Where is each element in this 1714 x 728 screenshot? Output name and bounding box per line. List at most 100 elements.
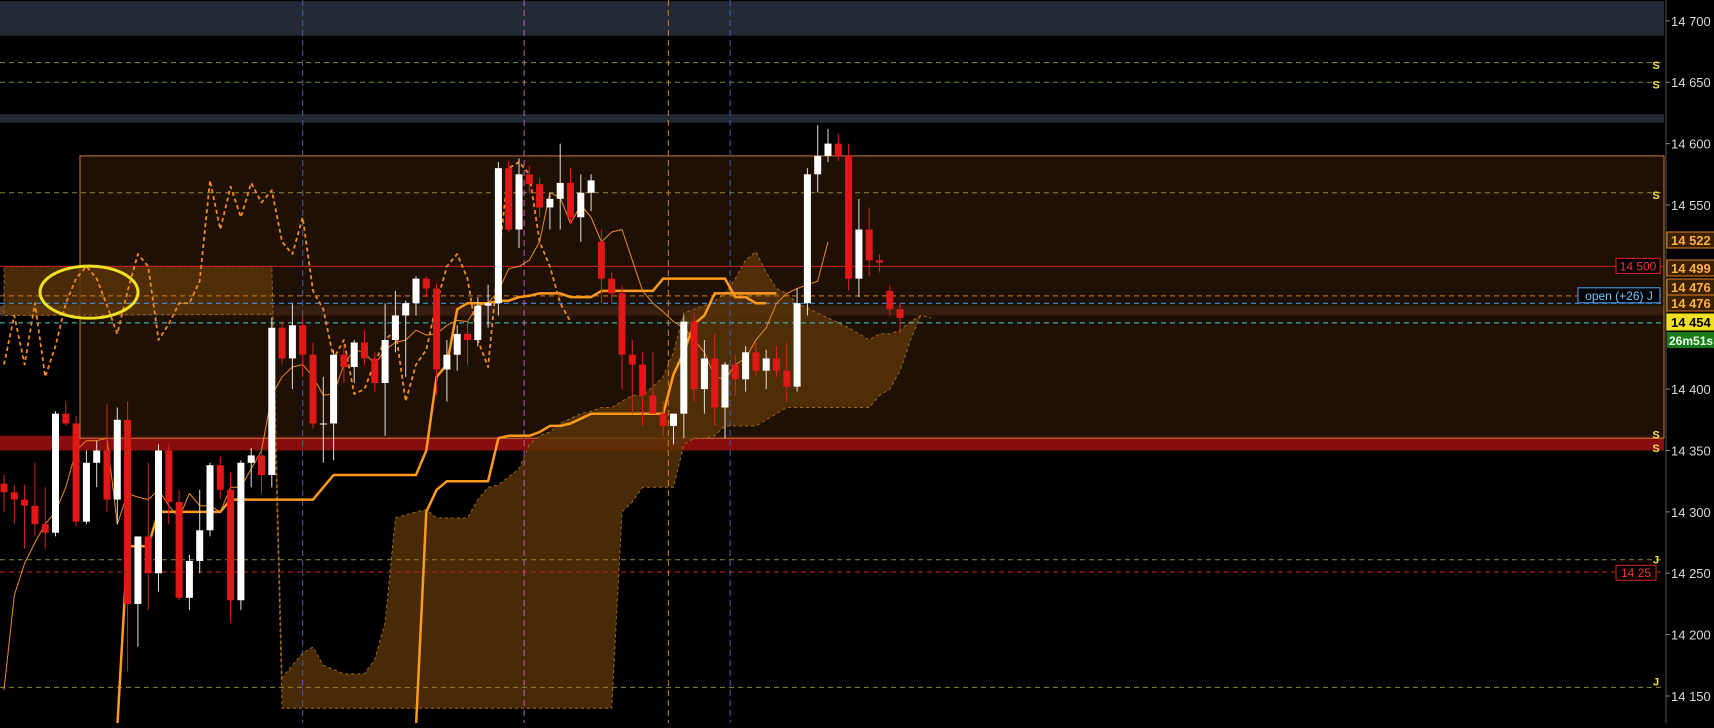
candle-body [206, 465, 214, 531]
candle-body [391, 315, 399, 341]
price-chart[interactable]: S S S S S J J 14 500 14 25 open (+26) J 14 700 14 … [0, 0, 1714, 727]
candle-body [52, 413, 59, 533]
candle-body [855, 229, 863, 279]
side-mark: J [1653, 676, 1659, 688]
axis-tick-label: 14 250 [1671, 566, 1711, 581]
axis-tick-label: 14 150 [1671, 689, 1711, 704]
candle-body [690, 321, 698, 390]
candle-body [639, 364, 647, 396]
candle-body [10, 492, 18, 500]
candle-body [700, 358, 708, 390]
candle-body [742, 352, 750, 380]
candle-body [453, 333, 461, 355]
candle-body [608, 278, 616, 294]
candle-body [350, 342, 358, 368]
candle-body [577, 192, 585, 218]
candle-body [896, 309, 904, 318]
price-tag-label: 14 476 [1671, 296, 1711, 311]
candle-body [721, 364, 729, 408]
annotation-text: open (+26) J [1585, 289, 1653, 303]
candle-body [144, 536, 152, 574]
candle-body [134, 536, 142, 604]
candle-body [680, 321, 688, 414]
annotation-text: 14 25 [1621, 566, 1651, 580]
candle-body [340, 354, 348, 368]
candle-body [597, 241, 605, 279]
side-mark: S [1652, 190, 1659, 202]
price-tag-label: 14 499 [1671, 261, 1711, 276]
candle-body [309, 354, 317, 424]
axis-tick-label: 14 600 [1671, 137, 1711, 152]
axis-tick-label: 14 200 [1671, 628, 1711, 643]
candle-body [567, 182, 574, 218]
candle-body [536, 184, 544, 208]
candle-body [124, 419, 132, 604]
candle-body [31, 505, 39, 525]
candle-body [670, 413, 677, 426]
price-axis: 14 700 14 650 14 600 14 550 14 400 14 350 14 3… [1665, 0, 1714, 723]
candle-body [731, 364, 739, 380]
axis-tick-label: 14 350 [1671, 443, 1711, 458]
side-mark: S [1652, 443, 1659, 455]
candle-body [546, 198, 554, 208]
candle-body [371, 358, 379, 383]
candle-body [62, 413, 70, 424]
candle-body [216, 465, 224, 490]
candle-body [258, 455, 265, 476]
candle-body [113, 419, 121, 500]
candle-body [227, 489, 235, 601]
zone-band [0, 114, 1664, 123]
candle-body [247, 455, 255, 463]
candle-body [525, 174, 533, 185]
zone-band [0, 1, 1664, 36]
candle-body [402, 303, 410, 316]
candle-body [237, 462, 245, 601]
candle-body [41, 524, 49, 533]
axis-tick-label: 14 300 [1671, 505, 1711, 520]
candle-body [865, 229, 873, 261]
candle-body [711, 358, 719, 408]
candle-body [165, 450, 173, 503]
candle-body [628, 354, 636, 365]
annotation-text: 14 500 [1620, 259, 1657, 273]
candle-body [278, 327, 286, 359]
price-tag-label: 14 476 [1671, 280, 1711, 295]
candle-body [505, 168, 513, 230]
price-tag-label: 14 522 [1671, 233, 1711, 248]
candle-body [773, 358, 780, 371]
candle-body [422, 278, 430, 289]
candle-body [649, 395, 657, 414]
countdown-label: 26m51s [1669, 334, 1713, 348]
candle-body [155, 450, 162, 574]
candle-body [0, 483, 8, 493]
candle-body [659, 413, 667, 426]
candle-body [268, 327, 276, 476]
candle-body [185, 560, 193, 598]
candle-body [361, 342, 368, 359]
chart-canvas[interactable]: SSSSSJJ14 50014 25open (+26) J 14 70014 … [0, 0, 1714, 727]
candle-body [618, 293, 626, 355]
candle-body [443, 354, 451, 370]
price-tag-label: 14 454 [1671, 315, 1712, 330]
candle-body [515, 174, 523, 230]
candle-body [474, 305, 482, 341]
candle-body [433, 288, 441, 370]
side-mark: S [1652, 80, 1659, 92]
candle-body [21, 499, 29, 506]
candle-body [381, 340, 389, 383]
candle-body [556, 182, 564, 199]
candle-body [783, 370, 791, 387]
candle-body [319, 423, 327, 425]
side-mark: S [1652, 60, 1659, 72]
candle-body [72, 423, 80, 522]
axis-tick-label: 14 550 [1671, 198, 1711, 213]
side-mark: S [1652, 430, 1659, 442]
candle-body [814, 155, 822, 175]
axis-tick-label: 14 700 [1671, 14, 1711, 29]
axis-tick-label: 14 650 [1671, 75, 1711, 90]
candle-body [803, 174, 811, 304]
candle-body [288, 325, 296, 359]
candle-body [762, 358, 770, 371]
candle-body [82, 462, 90, 522]
axis-tick-label: 14 400 [1671, 382, 1711, 397]
